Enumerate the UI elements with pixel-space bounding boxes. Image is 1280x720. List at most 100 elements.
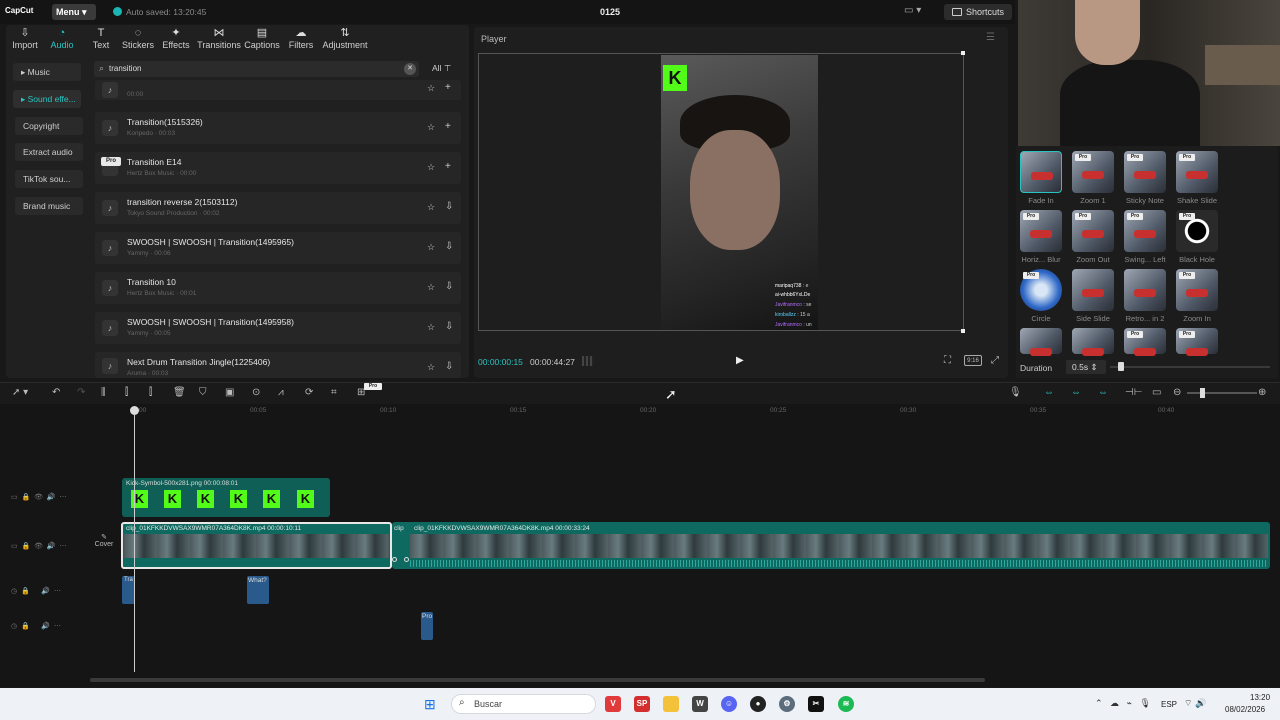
download-icon[interactable]: ⇩: [445, 241, 453, 252]
clock-time[interactable]: 13:20: [1250, 693, 1270, 702]
project-title[interactable]: 0125: [600, 7, 620, 17]
fullscreen-icon[interactable]: ⤢: [991, 355, 999, 366]
menu-button[interactable]: Menu ▾: [52, 4, 96, 20]
sp-app-icon[interactable]: SP: [634, 696, 650, 712]
transition-thumb[interactable]: Pro: [1072, 151, 1114, 193]
transition-handle[interactable]: [392, 557, 397, 562]
rotate-icon[interactable]: ⟳: [305, 387, 313, 398]
language-indicator[interactable]: ESP: [1161, 700, 1177, 709]
network-volume-icons[interactable]: ⌔ 🔊: [1184, 698, 1206, 709]
system-tray-icons[interactable]: ⌃ ☁ ⌁ 🎙: [1095, 698, 1151, 709]
fit-screen-icon[interactable]: ⛶: [944, 355, 951, 366]
transition-thumb[interactable]: [1020, 151, 1062, 193]
taskbar-search[interactable]: [451, 694, 596, 714]
redo-icon[interactable]: ↷: [77, 387, 85, 398]
favorite-icon[interactable]: ☆: [427, 202, 435, 213]
category-extract-audio[interactable]: Extract audio: [15, 143, 83, 161]
preview-axis-icon[interactable]: ⊣⊢: [1125, 387, 1142, 398]
select-tool-icon[interactable]: ➚ ▾: [12, 387, 28, 398]
tool-effects[interactable]: ✦ Effects: [162, 26, 190, 54]
list-item[interactable]: ♪ SWOOSH | SWOOSH | Transition(1495958) …: [95, 312, 461, 344]
transition-thumb[interactable]: [1020, 328, 1062, 356]
category-tiktok-sounds[interactable]: TikTok sou...: [15, 170, 83, 188]
discord-app-icon[interactable]: ☺: [721, 696, 737, 712]
playhead[interactable]: [134, 414, 135, 672]
tool-captions[interactable]: ▤ Captions: [244, 26, 280, 54]
zoom-slider-handle[interactable]: [1200, 388, 1205, 398]
category-copyright[interactable]: Copyright: [15, 117, 83, 135]
search-input[interactable]: [94, 61, 419, 77]
lane-main-controls[interactable]: ▭ 🔒 👁 🔊 ⋯: [11, 542, 67, 550]
transition-thumb[interactable]: Pro: [1124, 328, 1166, 356]
mirror-icon[interactable]: ⩘: [278, 387, 284, 398]
lane-audio1-controls[interactable]: ◷ 🔒 🔊 ⋯: [11, 587, 61, 595]
spotify-app-icon[interactable]: ≋: [838, 696, 854, 712]
transition-thumb[interactable]: Pro: [1176, 328, 1218, 356]
notepad-app-icon[interactable]: W: [692, 696, 708, 712]
windows-start-icon[interactable]: ⊞: [424, 696, 442, 712]
transition-thumb[interactable]: Pro: [1020, 269, 1062, 311]
favorite-icon[interactable]: ☆: [427, 242, 435, 253]
category-brand-music[interactable]: Brand music: [15, 197, 83, 215]
settings-app-icon[interactable]: ⚙: [779, 696, 795, 712]
list-item[interactable]: ♪ 00:00 ☆ +: [95, 80, 461, 100]
tool-audio[interactable]: ◔ Audio: [48, 26, 76, 54]
kick-logo-overlay[interactable]: K: [663, 65, 687, 91]
list-item[interactable]: ♪ Next Drum Transition Jingle(1225406) A…: [95, 352, 461, 378]
category-sound-effects[interactable]: ▸ Sound effe...: [13, 90, 81, 108]
download-icon[interactable]: ⇩: [445, 361, 453, 372]
caption-icon[interactable]: ▭: [1152, 387, 1161, 398]
delete-icon[interactable]: 🗑: [173, 387, 186, 398]
split-left-icon[interactable]: ⫿: [125, 387, 128, 398]
transition-thumb[interactable]: Pro: [1176, 269, 1218, 311]
favorite-icon[interactable]: ☆: [427, 322, 435, 333]
favorite-icon[interactable]: ☆: [427, 83, 435, 94]
tool-import[interactable]: ⇩ Import: [10, 26, 40, 54]
duration-input[interactable]: 0.5s ⇕: [1066, 360, 1106, 374]
tool-stickers[interactable]: ◌ Stickers: [121, 26, 155, 54]
transition-thumb[interactable]: Pro: [1124, 151, 1166, 193]
transition-thumb[interactable]: Pro: [1176, 210, 1218, 252]
download-icon[interactable]: ⇩: [445, 321, 453, 332]
resize-handle[interactable]: [961, 329, 965, 333]
linkage-icon[interactable]: ⇔: [1098, 387, 1108, 398]
download-icon[interactable]: ⇩: [445, 281, 453, 292]
transition-thumb[interactable]: [1124, 269, 1166, 311]
transition-thumb[interactable]: Pro: [1124, 210, 1166, 252]
ratio-button[interactable]: 9:16: [964, 355, 982, 366]
crop-icon[interactable]: ⌗: [331, 387, 337, 398]
microphone-icon[interactable]: 🎙: [1009, 387, 1022, 398]
capcut-app-icon[interactable]: ✂: [808, 696, 824, 712]
split-right-icon[interactable]: ⫿: [149, 387, 152, 398]
list-item[interactable]: Pro Transition E14 Hertz Box Music · 00:…: [95, 152, 461, 184]
zoom-in-icon[interactable]: ⊕: [1258, 387, 1266, 398]
undo-icon[interactable]: ↶: [52, 387, 60, 398]
favorite-icon[interactable]: ☆: [427, 362, 435, 373]
vivaldi-app-icon[interactable]: V: [605, 696, 621, 712]
zoom-out-icon[interactable]: ⊖: [1173, 387, 1181, 398]
horizontal-scrollbar[interactable]: [90, 678, 985, 682]
clear-icon[interactable]: ✕: [404, 63, 416, 75]
lane-audio2-controls[interactable]: ◷ 🔒 🔊 ⋯: [11, 622, 61, 630]
duration-slider-handle[interactable]: [1118, 362, 1124, 371]
link-main-track-icon[interactable]: ⇔: [1044, 387, 1054, 398]
zoom-slider[interactable]: [1187, 392, 1257, 394]
list-item[interactable]: ♪ Transition 10 Hertz Box Music · 00:01 …: [95, 272, 461, 304]
timecode-grid-icon[interactable]: [582, 356, 594, 366]
transition-thumb[interactable]: Pro: [1020, 210, 1062, 252]
transition-thumb[interactable]: Pro: [1176, 151, 1218, 193]
list-item[interactable]: ♪ SWOOSH | SWOOSH | Transition(1495965) …: [95, 232, 461, 264]
favorite-icon[interactable]: ☆: [427, 162, 435, 173]
add-icon[interactable]: +: [445, 161, 451, 172]
layout-icon[interactable]: ▭ ▾: [904, 5, 928, 19]
tool-adjustment[interactable]: ⇅ Adjustment: [322, 26, 368, 54]
add-icon[interactable]: +: [445, 121, 451, 132]
category-music[interactable]: ▸ Music: [13, 63, 81, 81]
list-item[interactable]: ♪ transition reverse 2(1503112) Tokyo So…: [95, 192, 461, 224]
download-icon[interactable]: ⇩: [445, 201, 453, 212]
transition-thumb[interactable]: [1072, 269, 1114, 311]
freeze-icon[interactable]: ▣: [225, 387, 234, 398]
reverse-icon[interactable]: ⊙: [252, 387, 260, 398]
obs-app-icon[interactable]: ●: [750, 696, 766, 712]
tool-transitions[interactable]: ⋈ Transitions: [197, 26, 241, 54]
